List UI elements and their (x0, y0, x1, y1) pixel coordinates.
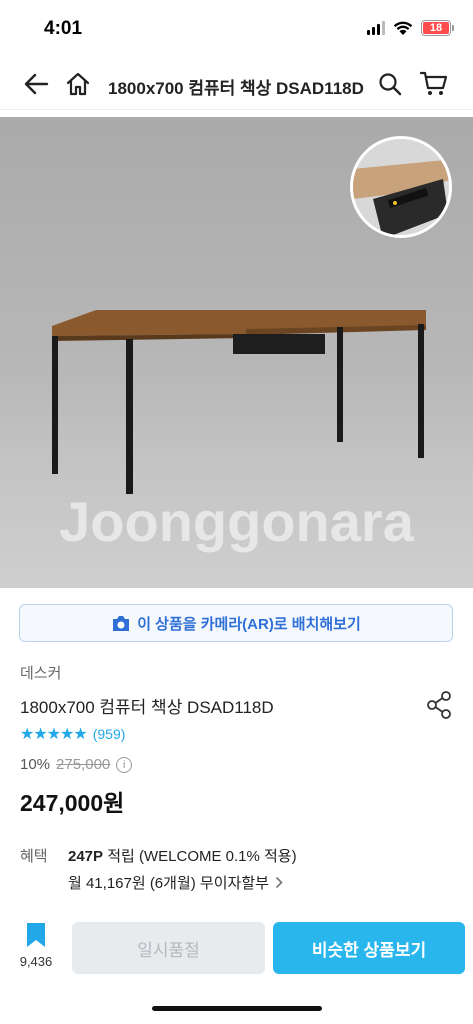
cart-button[interactable] (416, 66, 452, 102)
discount-rate: 10% (20, 756, 51, 773)
wishlist-button[interactable]: 9,436 (14, 922, 58, 976)
rating[interactable]: ★★★★★ (959) (20, 724, 125, 744)
bookmark-icon (27, 923, 45, 947)
home-button[interactable] (60, 66, 96, 102)
back-button[interactable] (18, 66, 54, 102)
brand-name[interactable]: 데스커 (20, 662, 61, 683)
product-image[interactable]: Joonggonara (0, 117, 473, 588)
cart-icon (420, 71, 448, 95)
wishlist-count: 9,436 (19, 954, 53, 969)
chevron-right-icon (275, 876, 283, 889)
discount-row: 10% 275,000 i (20, 756, 133, 773)
soldout-button[interactable]: 일시품절 (72, 922, 265, 974)
installment-text: 월 41,167원 (6개월) 무이자할부 (68, 875, 269, 892)
status-bar: 4:01 18 (0, 0, 473, 56)
original-price: 275,000 (56, 756, 111, 773)
benefit-label: 혜택 (20, 848, 48, 865)
points-benefit: 247P 적립 (WELCOME 0.1% 적용) (68, 845, 297, 866)
points-amount: 247P (68, 848, 104, 865)
back-arrow-icon (24, 73, 49, 95)
rating-stars: ★★★★★ (20, 726, 88, 743)
watermark: Joonggonara (59, 490, 414, 553)
info-icon[interactable]: i (116, 756, 133, 773)
wifi-icon (393, 21, 413, 35)
product-name: 1800x700 컴퓨터 책상 DSAD118D (20, 698, 274, 717)
share-icon (427, 691, 451, 719)
home-indicator (152, 1006, 322, 1011)
search-icon (379, 73, 402, 96)
home-icon (66, 72, 90, 96)
review-count: (959) (92, 726, 126, 742)
detail-inset-image (350, 136, 452, 238)
points-text: 적립 (WELCOME 0.1% 적용) (107, 848, 297, 865)
installment-benefit[interactable]: 월 41,167원 (6개월) 무이자할부 (68, 872, 283, 893)
search-button[interactable] (372, 66, 408, 102)
page-title: 1800x700 컴퓨터 책상 DSAD118D (108, 79, 364, 98)
sale-price: 247,000원 (20, 790, 125, 816)
battery-level: 18 (423, 22, 449, 34)
top-navigation: 1800x700 컴퓨터 책상 DSAD118D (0, 58, 473, 110)
status-time: 4:01 (44, 18, 83, 39)
ar-view-button[interactable]: 이 상품을 카메라(AR)로 배치해보기 (19, 604, 453, 642)
ar-view-label: 이 상품을 카메라(AR)로 배치해보기 (137, 615, 361, 633)
similar-products-button[interactable]: 비슷한 상품보기 (273, 922, 465, 974)
share-button[interactable] (422, 688, 456, 722)
battery-icon: 18 (421, 20, 454, 36)
status-icons: 18 (367, 20, 454, 36)
camera-icon (113, 615, 130, 631)
signal-icon (367, 21, 385, 35)
